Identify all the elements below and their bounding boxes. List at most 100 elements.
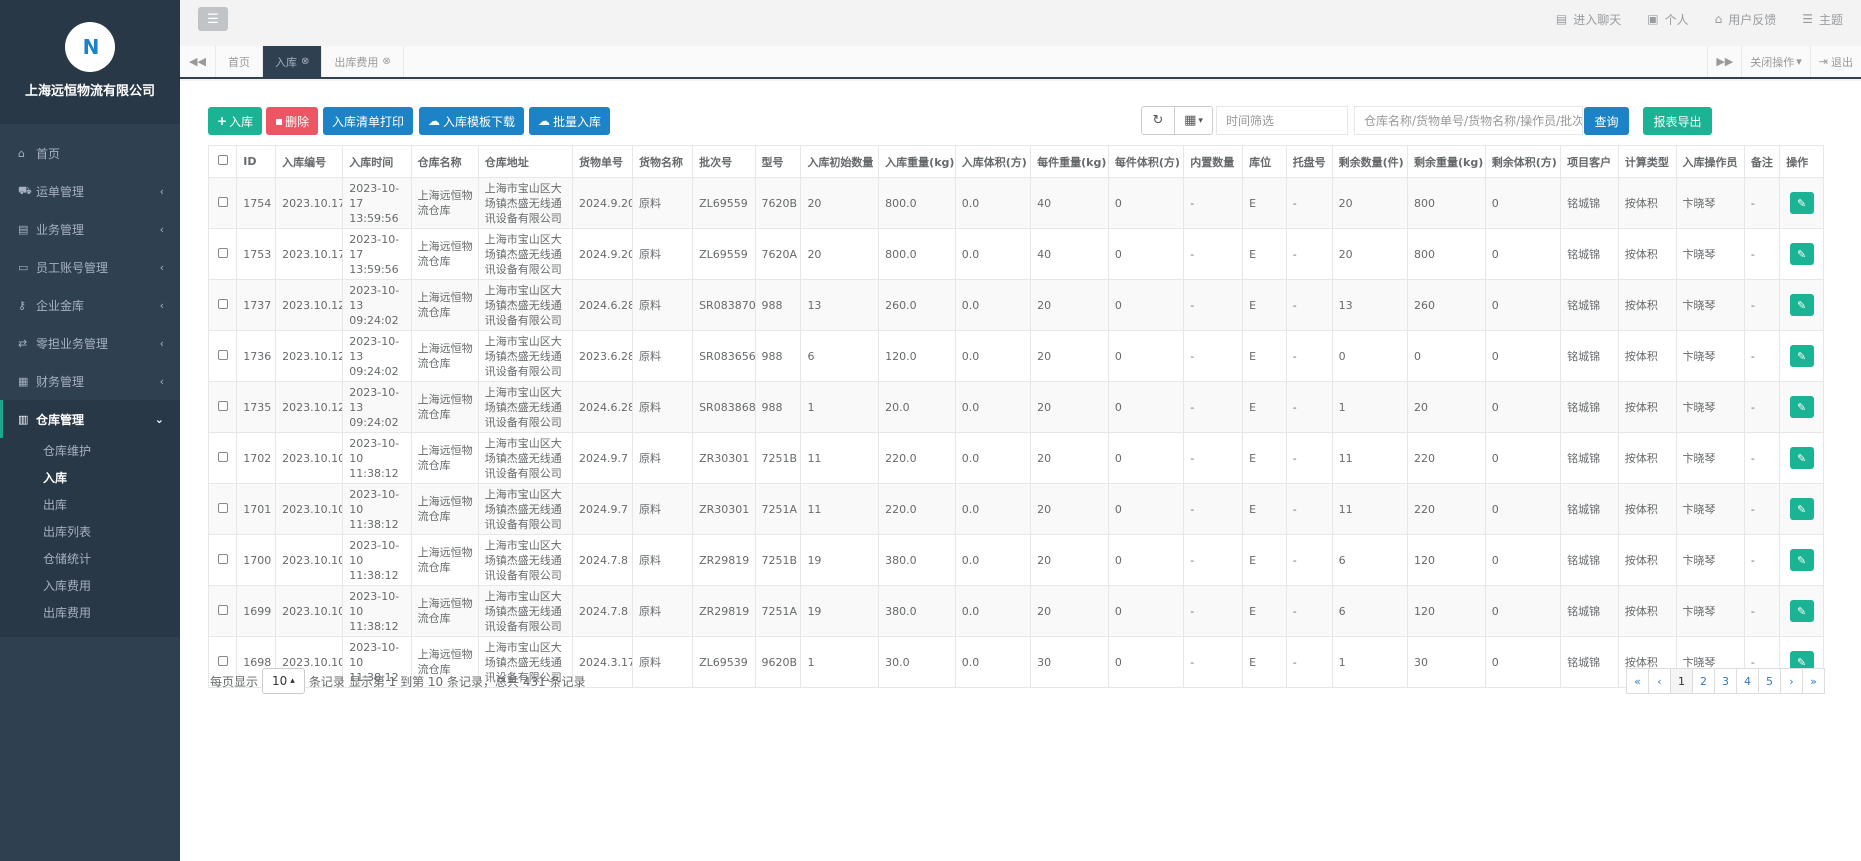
first-page-button[interactable]: « <box>1626 668 1649 694</box>
page-4-button[interactable]: 4 <box>1736 668 1759 694</box>
table-row[interactable]: 1735 2023.10.12 2023-10-13 09:24:02 上海远恒物流仓… <box>207 381 1824 433</box>
row-select-cell[interactable] <box>207 228 238 280</box>
page-1-button[interactable]: 1 <box>1670 668 1693 694</box>
table-cell: 1754 <box>236 177 277 229</box>
menu-toggle-button[interactable]: ☰ <box>198 7 228 31</box>
edit-row-button[interactable]: ✎ <box>1789 600 1814 622</box>
row-select-cell[interactable] <box>207 279 238 331</box>
tabs-scroll-right-button[interactable]: ▶▶ <box>1707 46 1741 77</box>
sidebar-item-1[interactable]: ⛟ 运单管理 ‹ <box>0 172 180 210</box>
row-select-cell[interactable] <box>207 330 238 382</box>
page-tab-1[interactable]: 入库 ⊗ <box>263 46 323 77</box>
edit-row-button[interactable]: ✎ <box>1789 243 1814 265</box>
sidebar-item-3[interactable]: ▭ 员工账号管理 ‹ <box>0 248 180 286</box>
table-cell: 上海市宝山区大场镇杰盛无线通讯设备有限公司 <box>477 483 573 535</box>
row-select-cell[interactable] <box>207 483 238 535</box>
last-page-button[interactable]: » <box>1802 668 1825 694</box>
topbar-link-1[interactable]: ▣ 个人 <box>1647 11 1688 28</box>
tabs-scroll-left-button[interactable]: ◀◀ <box>180 46 216 77</box>
edit-row-button[interactable]: ✎ <box>1789 396 1814 418</box>
page-3-button[interactable]: 3 <box>1714 668 1737 694</box>
query-button[interactable]: 查询 <box>1584 107 1629 135</box>
row-checkbox[interactable] <box>217 298 228 309</box>
table-cell: 1699 <box>236 585 277 637</box>
sidebar-item-4[interactable]: ⚷ 企业金库 ‹ <box>0 286 180 324</box>
page-2-button[interactable]: 2 <box>1692 668 1715 694</box>
row-select-cell[interactable] <box>207 585 238 637</box>
sidebar-subitem-0[interactable]: 仓库维护 <box>0 438 180 465</box>
table-cell: 铭城锦 <box>1560 534 1619 586</box>
columns-toggle-button[interactable]: ▦ ▾ <box>1174 106 1213 135</box>
export-report-button[interactable]: 报表导出 <box>1643 107 1712 135</box>
row-checkbox[interactable] <box>217 553 228 564</box>
table-row[interactable]: 1754 2023.10.17 2023-10-17 13:59:56 上海远恒物流仓… <box>207 177 1824 229</box>
delete-button[interactable]: ▪ 删除 <box>266 107 319 135</box>
add-inbound-button[interactable]: + 入库 <box>208 107 263 135</box>
select-all-checkbox[interactable] <box>217 155 228 165</box>
close-ops-dropdown[interactable]: 关闭操作 ▾ <box>1741 46 1810 77</box>
edit-row-button[interactable]: ✎ <box>1789 192 1814 214</box>
sidebar-subitem-5[interactable]: 入库费用 <box>0 573 180 600</box>
template-download-button[interactable]: ☁ 入库模板下载 <box>419 107 525 135</box>
table-row[interactable]: 1753 2023.10.17 2023-10-17 13:59:56 上海远恒物流仓… <box>207 228 1824 280</box>
caret-down-icon: ▾ <box>1198 115 1203 126</box>
row-select-cell[interactable] <box>207 381 238 433</box>
row-select-cell[interactable] <box>207 432 238 484</box>
row-checkbox[interactable] <box>217 349 228 360</box>
next-page-button[interactable]: › <box>1780 668 1803 694</box>
row-checkbox[interactable] <box>217 451 228 462</box>
table-cell: 40 <box>1030 228 1109 280</box>
row-select-cell[interactable] <box>207 534 238 586</box>
edit-row-button[interactable]: ✎ <box>1789 447 1814 469</box>
row-checkbox[interactable] <box>217 604 228 615</box>
sidebar-subitem-2[interactable]: 出库 <box>0 492 180 519</box>
sidebar-subitem-4[interactable]: 仓储统计 <box>0 546 180 573</box>
logout-button[interactable]: ⇥ 退出 <box>1809 46 1861 77</box>
table-row[interactable]: 1701 2023.10.10 2023-10-10 11:38:12 上海远恒物流仓… <box>207 483 1824 535</box>
row-checkbox[interactable] <box>217 502 228 513</box>
edit-row-button[interactable]: ✎ <box>1789 294 1814 316</box>
table-cell: 卞晓琴 <box>1675 432 1745 484</box>
close-tab-icon[interactable]: ⊗ <box>301 56 309 67</box>
topbar-link-3[interactable]: ☰ 主题 <box>1802 11 1843 28</box>
table-row[interactable]: 1702 2023.10.10 2023-10-10 11:38:12 上海远恒物流仓… <box>207 432 1824 484</box>
sidebar-subitem-3[interactable]: 出库列表 <box>0 519 180 546</box>
table-row[interactable]: 1737 2023.10.12 2023-10-13 09:24:02 上海远恒物流仓… <box>207 279 1824 331</box>
edit-row-button[interactable]: ✎ <box>1789 498 1814 520</box>
time-filter-input[interactable]: 时间筛选 <box>1216 106 1348 135</box>
sidebar-item-7[interactable]: ▥ 仓库管理 ⌄ <box>0 400 180 438</box>
row-checkbox[interactable] <box>217 400 228 411</box>
close-tab-icon[interactable]: ⊗ <box>382 56 390 67</box>
table-row[interactable]: 1699 2023.10.10 2023-10-10 11:38:12 上海远恒物流仓… <box>207 585 1824 637</box>
sidebar-item-0[interactable]: ⌂ 首页 <box>0 134 180 172</box>
batch-inbound-button[interactable]: ☁ 批量入库 <box>529 107 611 135</box>
sidebar-item-5[interactable]: ⇄ 零担业务管理 ‹ <box>0 324 180 362</box>
row-checkbox[interactable] <box>217 196 228 207</box>
sidebar-item-6[interactable]: ▦ 财务管理 ‹ <box>0 362 180 400</box>
topbar-link-0[interactable]: ▤ 进入聊天 <box>1556 11 1621 28</box>
sidebar-subitem-6[interactable]: 出库费用 <box>0 600 180 627</box>
sidebar-subitem-1[interactable]: 入库 <box>0 465 180 492</box>
table-cell: 13 <box>1331 279 1409 331</box>
company-logo[interactable]: N <box>65 22 115 72</box>
row-select-cell[interactable] <box>207 177 238 229</box>
prev-page-button[interactable]: ‹ <box>1648 668 1671 694</box>
page-tab-2[interactable]: 出库费用 ⊗ <box>322 46 404 77</box>
table-row[interactable]: 1700 2023.10.10 2023-10-10 11:38:12 上海远恒物流仓… <box>207 534 1824 586</box>
page-5-button[interactable]: 5 <box>1758 668 1781 694</box>
page-size-dropdown[interactable]: 10 ▴ <box>262 668 305 694</box>
select-all-header[interactable] <box>207 145 238 178</box>
table-cell: - <box>1743 279 1781 331</box>
topbar-link-2[interactable]: ⌂ 用户反馈 <box>1715 11 1777 28</box>
print-list-button[interactable]: 入库清单打印 <box>323 107 414 135</box>
edit-row-button[interactable]: ✎ <box>1789 345 1814 367</box>
sidebar-item-2[interactable]: ▤ 业务管理 ‹ <box>0 210 180 248</box>
row-checkbox[interactable] <box>217 655 228 666</box>
table-cell: 0 <box>1107 381 1185 433</box>
edit-row-button[interactable]: ✎ <box>1789 549 1814 571</box>
table-row[interactable]: 1736 2023.10.12 2023-10-13 09:24:02 上海远恒物流仓… <box>207 330 1824 382</box>
refresh-button[interactable]: ↻ <box>1141 106 1175 135</box>
row-checkbox[interactable] <box>217 247 228 258</box>
page-tab-0[interactable]: 首页 <box>216 46 263 77</box>
search-input[interactable]: 仓库名称/货物单号/货物名称/操作员/批次号/型号 <box>1354 106 1583 135</box>
